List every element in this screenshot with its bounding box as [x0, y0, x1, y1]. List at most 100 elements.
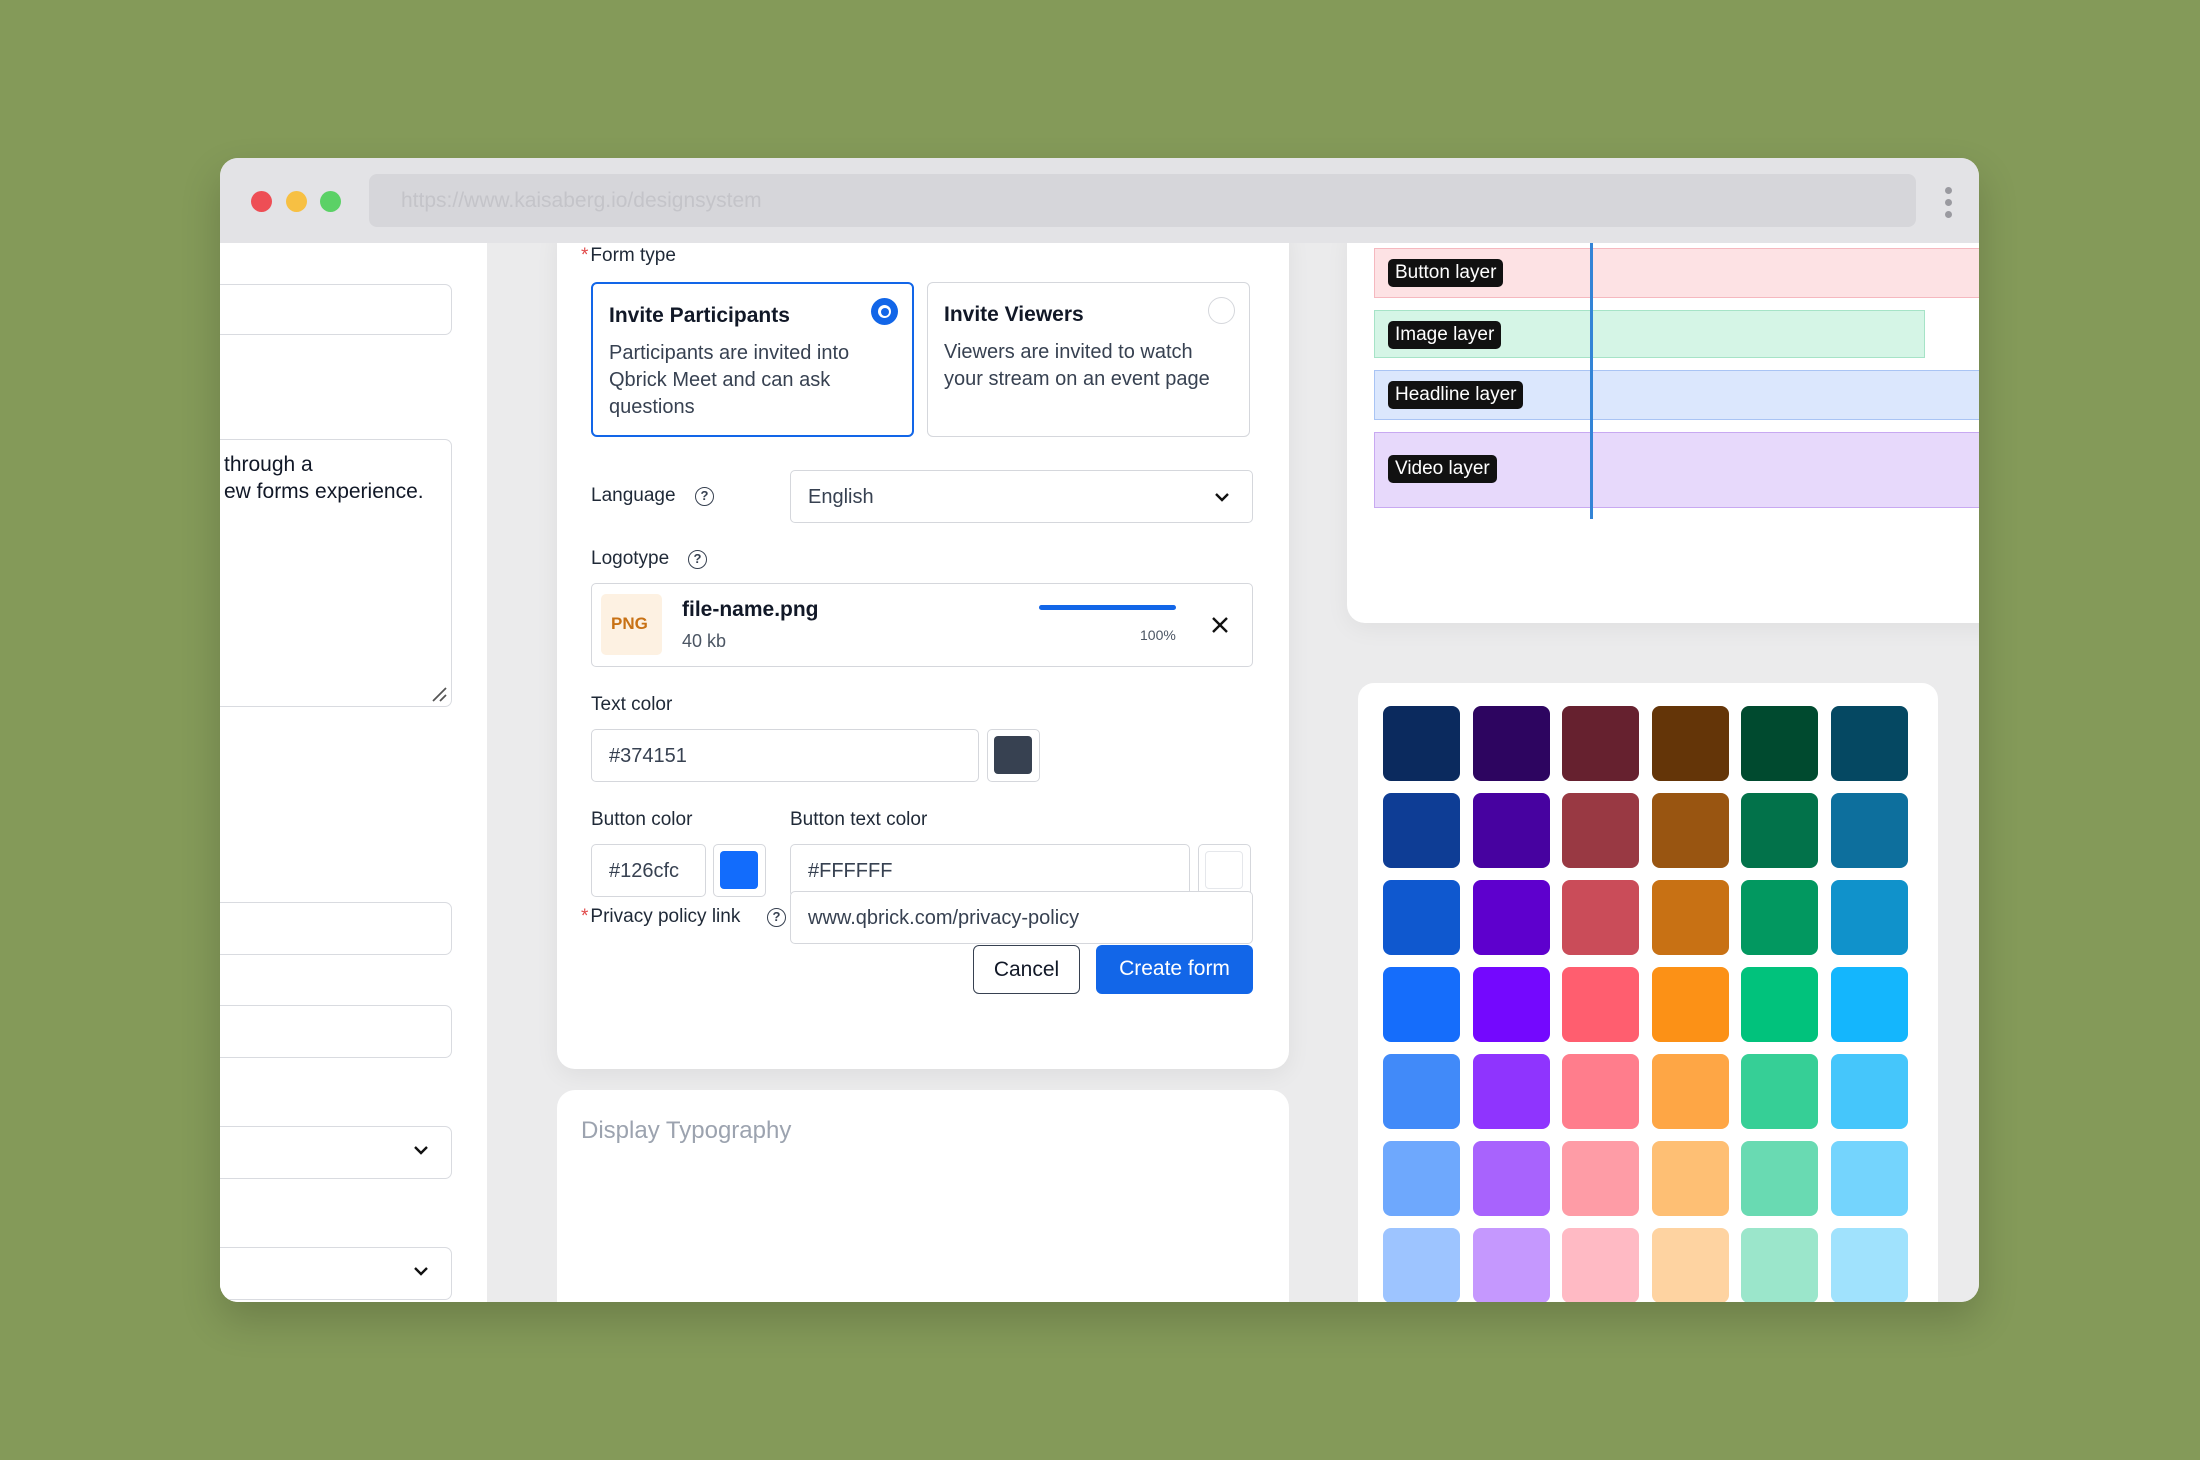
color-swatch[interactable] — [1651, 793, 1729, 868]
language-value: English — [808, 486, 874, 508]
color-swatch[interactable] — [1472, 880, 1550, 955]
color-swatch[interactable] — [1383, 706, 1460, 781]
color-swatch[interactable] — [1830, 1141, 1908, 1216]
privacy-policy-input[interactable]: www.qbrick.com/privacy-policy — [790, 891, 1253, 944]
color-swatch[interactable] — [1651, 706, 1729, 781]
radio-selected[interactable] — [871, 298, 898, 325]
logotype-label: Logotype — [591, 548, 670, 569]
select-dropdown[interactable] — [220, 1126, 452, 1179]
color-swatch[interactable] — [1383, 1228, 1460, 1302]
color-swatch[interactable] — [1562, 706, 1639, 781]
color-swatch[interactable] — [1830, 1228, 1908, 1302]
color-swatch[interactable] — [1472, 967, 1550, 1042]
color-swatch[interactable] — [1383, 1141, 1460, 1216]
progress-percent: 100% — [1140, 627, 1176, 643]
color-swatch[interactable] — [1741, 1141, 1818, 1216]
color-swatch[interactable] — [1562, 1228, 1639, 1302]
timeline-playhead[interactable] — [1590, 243, 1593, 519]
layers-panel: Button layer Image layer Headline layer … — [1347, 243, 1979, 623]
color-swatch[interactable] — [1472, 706, 1550, 781]
option-invite-participants[interactable]: Invite Participants Participants are inv… — [591, 282, 914, 437]
color-swatch[interactable] — [1562, 1054, 1639, 1129]
button-color-input[interactable]: #126cfc — [591, 844, 706, 897]
color-swatch[interactable] — [1562, 793, 1639, 868]
text-color-value: #374151 — [609, 745, 687, 767]
color-swatch[interactable] — [1830, 880, 1908, 955]
color-swatch[interactable] — [1830, 706, 1908, 781]
color-swatch[interactable] — [1383, 880, 1460, 955]
privacy-policy-label: * Privacy policy link — [581, 906, 741, 927]
url-text: https://www.kaisaberg.io/designsystem — [401, 189, 762, 212]
help-icon[interactable]: ? — [695, 487, 714, 506]
more-options-icon[interactable] — [1945, 187, 1953, 223]
button-text-color-label: Button text color — [790, 809, 928, 830]
form-type-label: * Form type — [581, 245, 676, 266]
chevron-down-icon — [414, 1146, 428, 1155]
button-text-color-swatch[interactable] — [1198, 844, 1251, 897]
description-textarea[interactable]: through a ew forms experience. — [220, 439, 452, 707]
color-swatch[interactable] — [1741, 967, 1818, 1042]
text-input[interactable] — [220, 284, 452, 335]
cancel-button[interactable]: Cancel — [973, 945, 1080, 994]
layer-label: Image layer — [1388, 321, 1502, 349]
video-layer[interactable]: Video layer — [1374, 432, 1979, 508]
headline-layer[interactable]: Headline layer — [1374, 370, 1979, 420]
button-layer[interactable]: Button layer — [1374, 248, 1979, 298]
help-icon[interactable]: ? — [688, 550, 707, 569]
language-label: Language — [591, 485, 676, 506]
browser-window: https://www.kaisaberg.io/designsystem th… — [220, 158, 1979, 1302]
color-swatch[interactable] — [1383, 967, 1460, 1042]
option-description: Viewers are invited to watch your stream… — [944, 341, 1210, 390]
button-text-color-input[interactable]: #FFFFFF — [790, 844, 1190, 897]
color-swatch[interactable] — [1830, 793, 1908, 868]
color-swatch[interactable] — [1651, 1228, 1729, 1302]
color-swatch[interactable] — [1830, 1054, 1908, 1129]
file-upload-item: PNG file-name.png 40 kb 100% — [591, 583, 1253, 667]
text-color-swatch[interactable] — [987, 729, 1040, 782]
color-swatch[interactable] — [1651, 880, 1729, 955]
color-swatch[interactable] — [1562, 880, 1639, 955]
color-swatch[interactable] — [1741, 1228, 1818, 1302]
radio-unselected[interactable] — [1208, 297, 1235, 324]
png-file-icon: PNG — [601, 594, 662, 655]
create-form-button[interactable]: Create form — [1096, 945, 1253, 994]
option-title: Invite Viewers — [944, 303, 1084, 326]
file-name: file-name.png — [682, 598, 819, 621]
color-swatch[interactable] — [1830, 967, 1908, 1042]
button-color-label: Button color — [591, 809, 693, 830]
resize-handle-icon[interactable] — [431, 686, 447, 702]
color-swatch[interactable] — [1383, 1054, 1460, 1129]
color-swatch[interactable] — [1651, 967, 1729, 1042]
select-dropdown[interactable] — [220, 1247, 452, 1300]
color-swatch[interactable] — [1651, 1054, 1729, 1129]
color-swatch[interactable] — [1741, 1054, 1818, 1129]
color-swatch[interactable] — [1472, 793, 1550, 868]
color-swatch[interactable] — [1383, 793, 1460, 868]
color-swatch[interactable] — [1741, 706, 1818, 781]
color-swatch[interactable] — [1741, 880, 1818, 955]
color-swatch[interactable] — [1562, 1141, 1639, 1216]
text-input[interactable] — [220, 1005, 452, 1058]
text-input[interactable] — [220, 902, 452, 955]
text-color-input[interactable]: #374151 — [591, 729, 979, 782]
address-bar[interactable]: https://www.kaisaberg.io/designsystem — [369, 174, 1916, 227]
color-swatch[interactable] — [1741, 793, 1818, 868]
color-swatch[interactable] — [1472, 1228, 1550, 1302]
upload-progress-fill — [1039, 605, 1176, 610]
color-swatch[interactable] — [1651, 1141, 1729, 1216]
help-icon[interactable]: ? — [767, 908, 786, 927]
button-color-swatch[interactable] — [713, 844, 766, 897]
color-swatch[interactable] — [1562, 967, 1639, 1042]
close-window-button[interactable] — [251, 191, 272, 212]
image-layer[interactable]: Image layer — [1374, 310, 1925, 358]
file-size: 40 kb — [682, 631, 727, 651]
color-swatch[interactable] — [1472, 1141, 1550, 1216]
language-select[interactable]: English — [790, 470, 1253, 523]
option-invite-viewers[interactable]: Invite Viewers Viewers are invited to wa… — [927, 282, 1250, 437]
color-swatch[interactable] — [1472, 1054, 1550, 1129]
maximize-window-button[interactable] — [320, 191, 341, 212]
minimize-window-button[interactable] — [286, 191, 307, 212]
textarea-line-1: through a — [224, 453, 313, 476]
close-icon[interactable] — [1210, 615, 1230, 635]
typography-card: Display Typography — [557, 1090, 1289, 1302]
